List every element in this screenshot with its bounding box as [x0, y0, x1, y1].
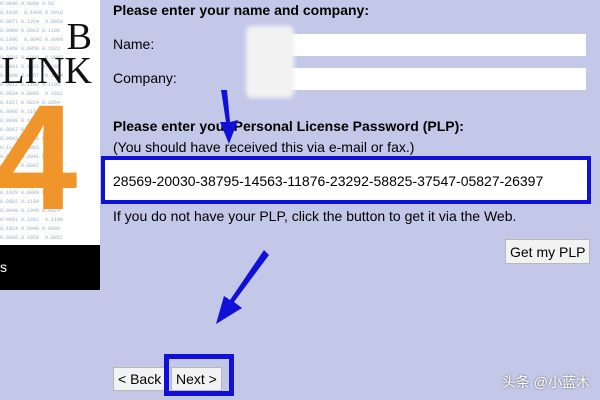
name-label: Name: [113, 36, 155, 52]
watermark-text: 头条 @小蓝木 [501, 374, 590, 390]
plp-subtitle: (You should have received this via e-mai… [113, 139, 415, 155]
get-plp-button[interactable]: Get my PLP [505, 239, 591, 264]
back-button[interactable]: < Back [113, 367, 167, 391]
name-company-heading: Please enter your name and company: [113, 2, 369, 18]
splash-version-digit: 4 [0, 73, 78, 241]
annotation-arrow-diagonal-icon [216, 250, 269, 324]
plp-input[interactable] [109, 169, 585, 193]
plp-heading: Please enter your Personal License Passw… [113, 118, 464, 134]
plp-hint: If you do not have your PLP, click the b… [113, 208, 517, 224]
redaction-blur [246, 26, 294, 98]
annotation-arrow-down-icon [220, 90, 238, 144]
splash-brand-top: B [66, 16, 92, 58]
name-input[interactable] [290, 34, 586, 56]
splash-panel: 0.0996 0.0880 0.56 0.1030 0.1069 0.0919 … [0, 0, 100, 290]
company-input[interactable] [290, 68, 586, 90]
splash-bar-text: s [0, 259, 7, 275]
next-button[interactable]: Next > [171, 367, 222, 391]
splash-black-bar: s [0, 245, 100, 290]
plp-highlight-frame [101, 156, 591, 204]
company-label: Company: [113, 70, 177, 86]
